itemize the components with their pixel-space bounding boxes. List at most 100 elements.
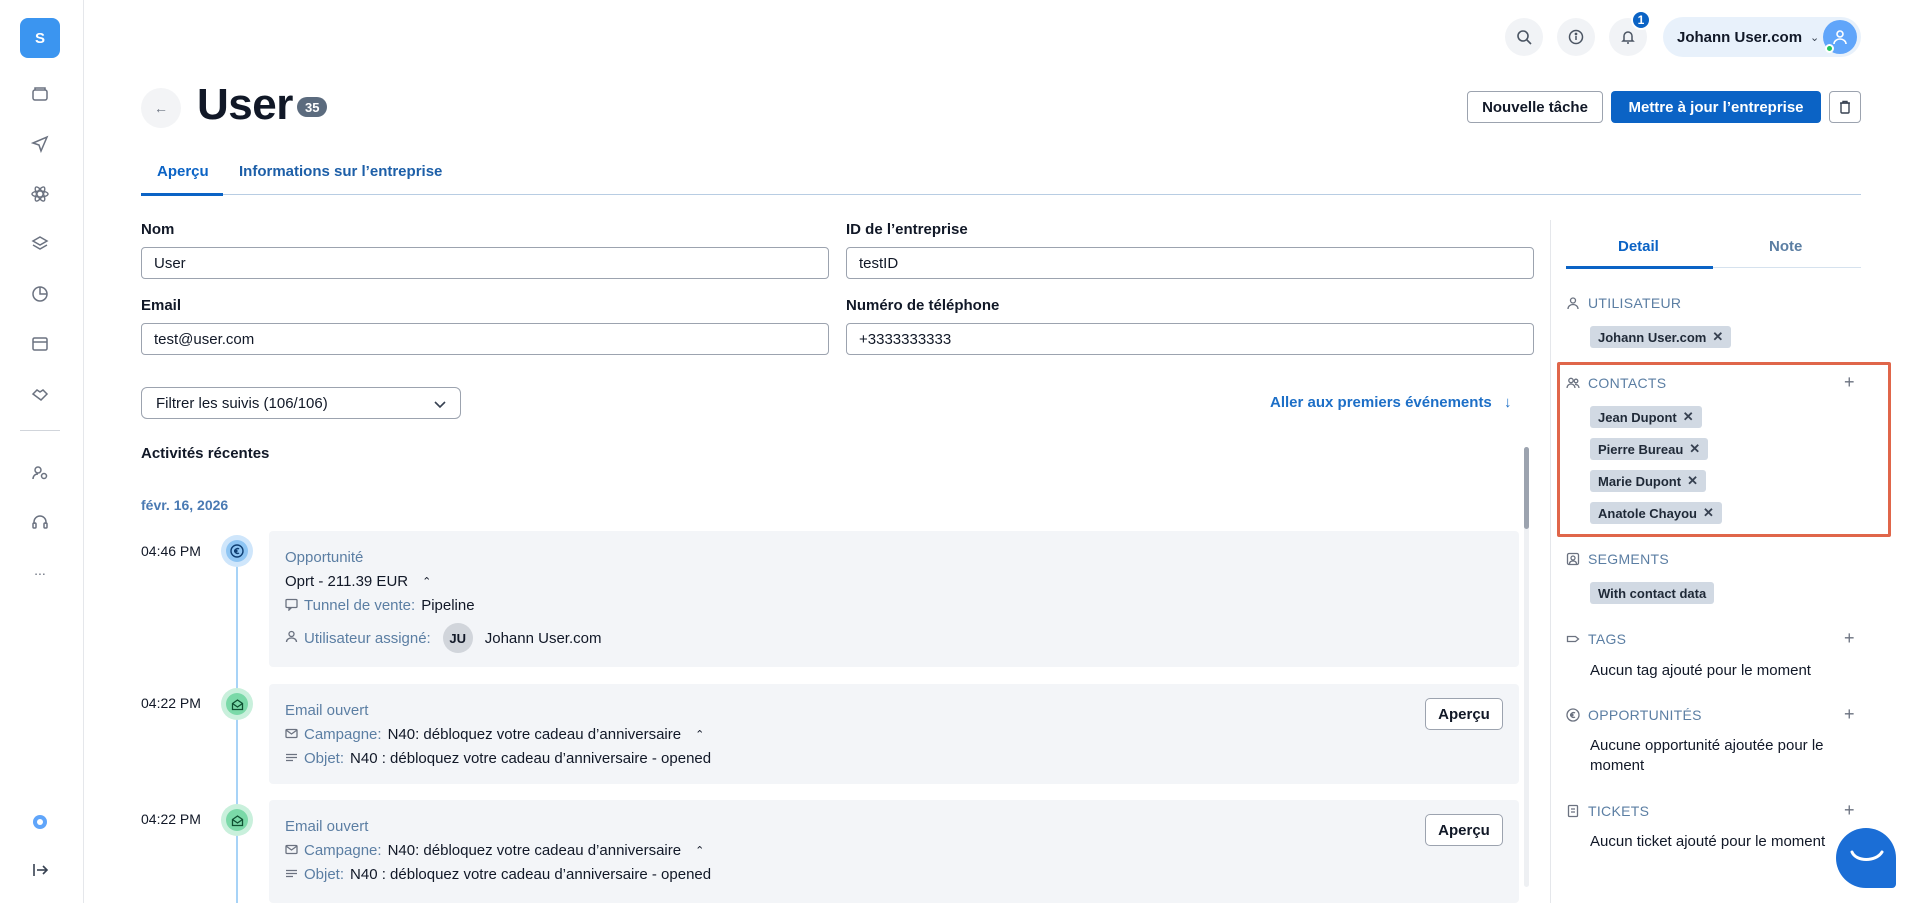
workspace-logo[interactable]: S <box>20 18 60 58</box>
trash-icon <box>1840 100 1850 114</box>
contact-chip: Anatole Chayou ✕ <box>1590 502 1722 524</box>
contact-chip-label: Pierre Bureau <box>1598 441 1684 457</box>
pipeline-key: Tunnel de vente: <box>304 597 416 614</box>
user-gear-icon[interactable] <box>26 458 54 486</box>
add-contact-button[interactable]: + <box>1844 372 1855 393</box>
user-icon <box>1833 30 1847 45</box>
search-icon <box>1517 30 1532 45</box>
chevron-up-icon: ⌃ <box>695 729 705 741</box>
segments-section-title: SEGMENTS <box>1588 551 1669 567</box>
close-icon[interactable]: ✕ <box>1683 409 1694 425</box>
chat-smile-icon <box>1850 850 1884 861</box>
window-icon[interactable] <box>26 330 54 358</box>
activity-date: févr. 16, 2026 <box>141 497 229 513</box>
euro-icon <box>230 544 244 558</box>
segment-chip: With contact data <box>1590 582 1715 604</box>
user-menu[interactable]: Johann User.com ⌄ <box>1663 17 1861 57</box>
handshake-icon[interactable] <box>26 380 54 408</box>
close-icon[interactable]: ✕ <box>1689 441 1700 457</box>
chat-widget-button[interactable] <box>1836 828 1896 888</box>
opportunities-section-title: OPPORTUNITÉS <box>1588 707 1702 723</box>
contact-chip-label: Anatole Chayou <box>1598 505 1697 521</box>
bell-icon <box>1621 31 1635 44</box>
back-button[interactable]: ← <box>141 88 181 128</box>
user-section-title: UTILISATEUR <box>1588 295 1682 311</box>
info-button[interactable] <box>1557 18 1595 56</box>
campaign-row[interactable]: Campagne: N40: débloquez votre cadeau d’… <box>285 842 704 859</box>
close-icon[interactable]: ✕ <box>1703 505 1714 521</box>
tab-overview[interactable]: Aperçu <box>157 163 209 180</box>
add-opportunity-button[interactable]: + <box>1844 704 1855 725</box>
chevron-up-icon: ⌃ <box>695 845 705 857</box>
user-chip: Johann User.com ✕ <box>1590 326 1732 348</box>
name-field[interactable]: User <box>141 247 829 279</box>
contact-chip: Marie Dupont ✕ <box>1590 470 1706 492</box>
layers-icon[interactable] <box>26 230 54 258</box>
sidebar-divider <box>20 430 60 431</box>
new-task-button[interactable]: Nouvelle tâche <box>1467 91 1603 123</box>
update-company-button[interactable]: Mettre à jour l’entreprise <box>1611 91 1821 123</box>
email-field[interactable]: test@user.com <box>141 323 829 355</box>
subject-row: Objet: N40 : débloquez votre cadeau d’an… <box>285 866 711 883</box>
tab-note[interactable]: Note <box>1769 238 1802 255</box>
tab-company-info[interactable]: Informations sur l’entreprise <box>239 163 442 180</box>
atom-icon[interactable] <box>26 180 54 208</box>
search-button[interactable] <box>1505 18 1543 56</box>
pie-chart-icon[interactable] <box>26 280 54 308</box>
close-icon[interactable]: ✕ <box>1687 473 1698 489</box>
contact-chip-label: Marie Dupont <box>1598 473 1682 489</box>
first-events-label: Aller aux premiers événements <box>1270 394 1492 411</box>
email-opened-timeline-icon <box>221 688 253 720</box>
close-icon[interactable]: ✕ <box>1712 329 1723 345</box>
opportunity-amount: Oprt - 211.39 EUR <box>285 573 409 590</box>
envelope-open-icon <box>231 814 243 826</box>
send-icon[interactable] <box>26 130 54 158</box>
contact-chip-label: Jean Dupont <box>1598 409 1677 425</box>
email-label: Email <box>141 297 182 314</box>
tag-icon <box>1566 635 1580 643</box>
opportunity-amount-row[interactable]: Oprt - 211.39 EUR ⌃ <box>285 573 431 590</box>
preview-button[interactable]: Aperçu <box>1425 814 1503 846</box>
right-panel-divider <box>1550 220 1551 903</box>
activity-time: 04:22 PM <box>141 811 201 827</box>
subject-value: N40 : débloquez votre cadeau d’anniversa… <box>350 866 712 883</box>
add-ticket-button[interactable]: + <box>1844 800 1855 821</box>
notifications-button[interactable]: 1 <box>1609 10 1651 56</box>
collapse-icon[interactable] <box>26 856 54 884</box>
name-label: Nom <box>141 221 175 238</box>
assigned-user-avatar: JU <box>442 623 473 653</box>
pipeline-row: Tunnel de vente: Pipeline <box>285 597 475 614</box>
activity-filter-select[interactable]: Filtrer les suivis (106/106) <box>141 387 461 419</box>
page-title: User <box>197 80 293 129</box>
first-events-link[interactable]: Aller aux premiers événements ↓ <box>1270 394 1511 411</box>
activity-card-title: Email ouvert <box>285 702 369 719</box>
assigned-user-key: Utilisateur assigné: <box>304 629 431 647</box>
company-id-field[interactable]: testID <box>846 247 1534 279</box>
activity-scrollbar[interactable] <box>1524 447 1529 529</box>
delete-button[interactable] <box>1829 91 1861 123</box>
chat-icon <box>285 598 298 614</box>
user-icon <box>1567 297 1579 310</box>
headset-icon[interactable] <box>26 508 54 536</box>
campaign-value: N40: débloquez votre cadeau d’anniversai… <box>387 842 682 859</box>
right-panel-tabs: Detail Note <box>1566 228 1861 269</box>
contact-chip: Jean Dupont ✕ <box>1590 406 1702 428</box>
more-icon[interactable]: ... <box>26 556 54 584</box>
notification-count-badge: 1 <box>1631 10 1651 30</box>
help-circle-icon[interactable] <box>26 808 54 836</box>
subject-key: Objet: <box>304 866 345 883</box>
mail-icon <box>285 727 298 743</box>
activity-card-title: Opportunité <box>285 549 364 566</box>
pipeline-value: Pipeline <box>421 597 475 614</box>
folder-icon[interactable] <box>26 80 54 108</box>
phone-field[interactable]: +3333333333 <box>846 323 1534 355</box>
preview-button[interactable]: Aperçu <box>1425 698 1503 730</box>
activity-card-email-opened: Email ouvert Campagne: N40: débloquez vo… <box>269 800 1519 903</box>
tags-section-title: TAGS <box>1588 631 1627 647</box>
add-tag-button[interactable]: + <box>1844 628 1855 649</box>
campaign-row[interactable]: Campagne: N40: débloquez votre cadeau d’… <box>285 726 704 743</box>
tab-detail[interactable]: Detail <box>1618 238 1659 255</box>
recent-activities-heading: Activités récentes <box>141 445 270 462</box>
text-lines-icon <box>285 751 298 767</box>
avatar[interactable] <box>1823 20 1857 54</box>
